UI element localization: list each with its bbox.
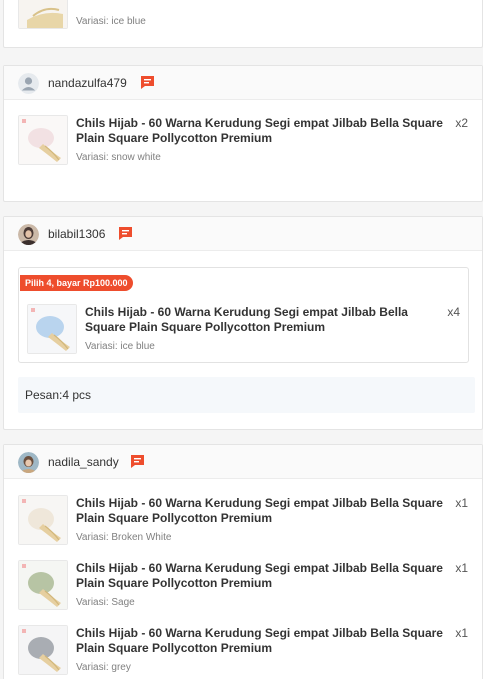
item-variant: Variasi: ice blue bbox=[76, 16, 146, 27]
order-item[interactable]: Chils Hijab - 60 Warna Kerudung Segi emp… bbox=[4, 115, 482, 167]
buyer-username[interactable]: bilabil1306 bbox=[48, 227, 105, 241]
product-thumbnail bbox=[18, 495, 68, 545]
product-title: Chils Hijab - 60 Warna Kerudung Segi emp… bbox=[76, 626, 443, 655]
card-header: nadila_sandy bbox=[4, 445, 482, 479]
product-title: Chils Hijab - 60 Warna Kerudung Segi emp… bbox=[76, 116, 443, 145]
product-title: Chils Hijab - 60 Warna Kerudung Segi emp… bbox=[76, 561, 443, 590]
buyer-username[interactable]: nadila_sandy bbox=[48, 455, 119, 469]
item-variant: Variasi: grey bbox=[76, 662, 131, 673]
avatar[interactable] bbox=[18, 73, 39, 94]
card-header: nandazulfa479 bbox=[4, 66, 482, 100]
order-card: nandazulfa479 Chils Hijab - 60 Warna Ker… bbox=[3, 65, 483, 202]
order-item[interactable]: Chils Hijab - 60 Warna Kerudung Segi emp… bbox=[4, 560, 482, 612]
order-card: nadila_sandy Chils Hijab - 60 Warna Keru… bbox=[3, 444, 483, 679]
order-card: Variasi: ice blue bbox=[3, 0, 483, 48]
chat-icon[interactable] bbox=[140, 75, 155, 90]
promo-badge: Pilih 4, bayar Rp100.000 bbox=[20, 275, 133, 291]
item-variant: Variasi: snow white bbox=[76, 152, 161, 163]
card-header: bilabil1306 bbox=[4, 217, 482, 251]
item-quantity: x4 bbox=[447, 305, 460, 319]
order-item[interactable]: Chils Hijab - 60 Warna Kerudung Segi emp… bbox=[19, 304, 468, 356]
item-variant: Variasi: Sage bbox=[76, 597, 135, 608]
product-thumbnail bbox=[18, 625, 68, 675]
bundle-deal-box: Pilih 4, bayar Rp100.000 Chils Hijab - 6… bbox=[18, 267, 469, 363]
product-thumbnail bbox=[18, 560, 68, 610]
item-variant: Variasi: ice blue bbox=[85, 341, 155, 352]
item-quantity: x2 bbox=[455, 116, 468, 130]
order-item[interactable]: Chils Hijab - 60 Warna Kerudung Segi emp… bbox=[4, 495, 482, 547]
order-card: bilabil1306 Pilih 4, bayar Rp100.000 Chi… bbox=[3, 216, 483, 430]
avatar[interactable] bbox=[18, 224, 39, 245]
product-thumbnail bbox=[18, 115, 68, 165]
avatar[interactable] bbox=[18, 452, 39, 473]
item-quantity: x1 bbox=[455, 626, 468, 640]
order-item[interactable]: Variasi: ice blue bbox=[4, 0, 482, 31]
item-quantity: x1 bbox=[455, 496, 468, 510]
product-title: Chils Hijab - 60 Warna Kerudung Segi emp… bbox=[76, 496, 443, 525]
product-thumbnail bbox=[27, 304, 77, 354]
buyer-note: Pesan:4 pcs bbox=[18, 377, 475, 413]
product-title: Chils Hijab - 60 Warna Kerudung Segi emp… bbox=[85, 305, 408, 334]
item-quantity: x1 bbox=[455, 561, 468, 575]
chat-icon[interactable] bbox=[130, 454, 145, 469]
buyer-username[interactable]: nandazulfa479 bbox=[48, 76, 127, 90]
chat-icon[interactable] bbox=[118, 226, 133, 241]
product-thumbnail bbox=[18, 0, 68, 29]
item-variant: Variasi: Broken White bbox=[76, 532, 172, 543]
order-item[interactable]: Chils Hijab - 60 Warna Kerudung Segi emp… bbox=[4, 625, 482, 677]
